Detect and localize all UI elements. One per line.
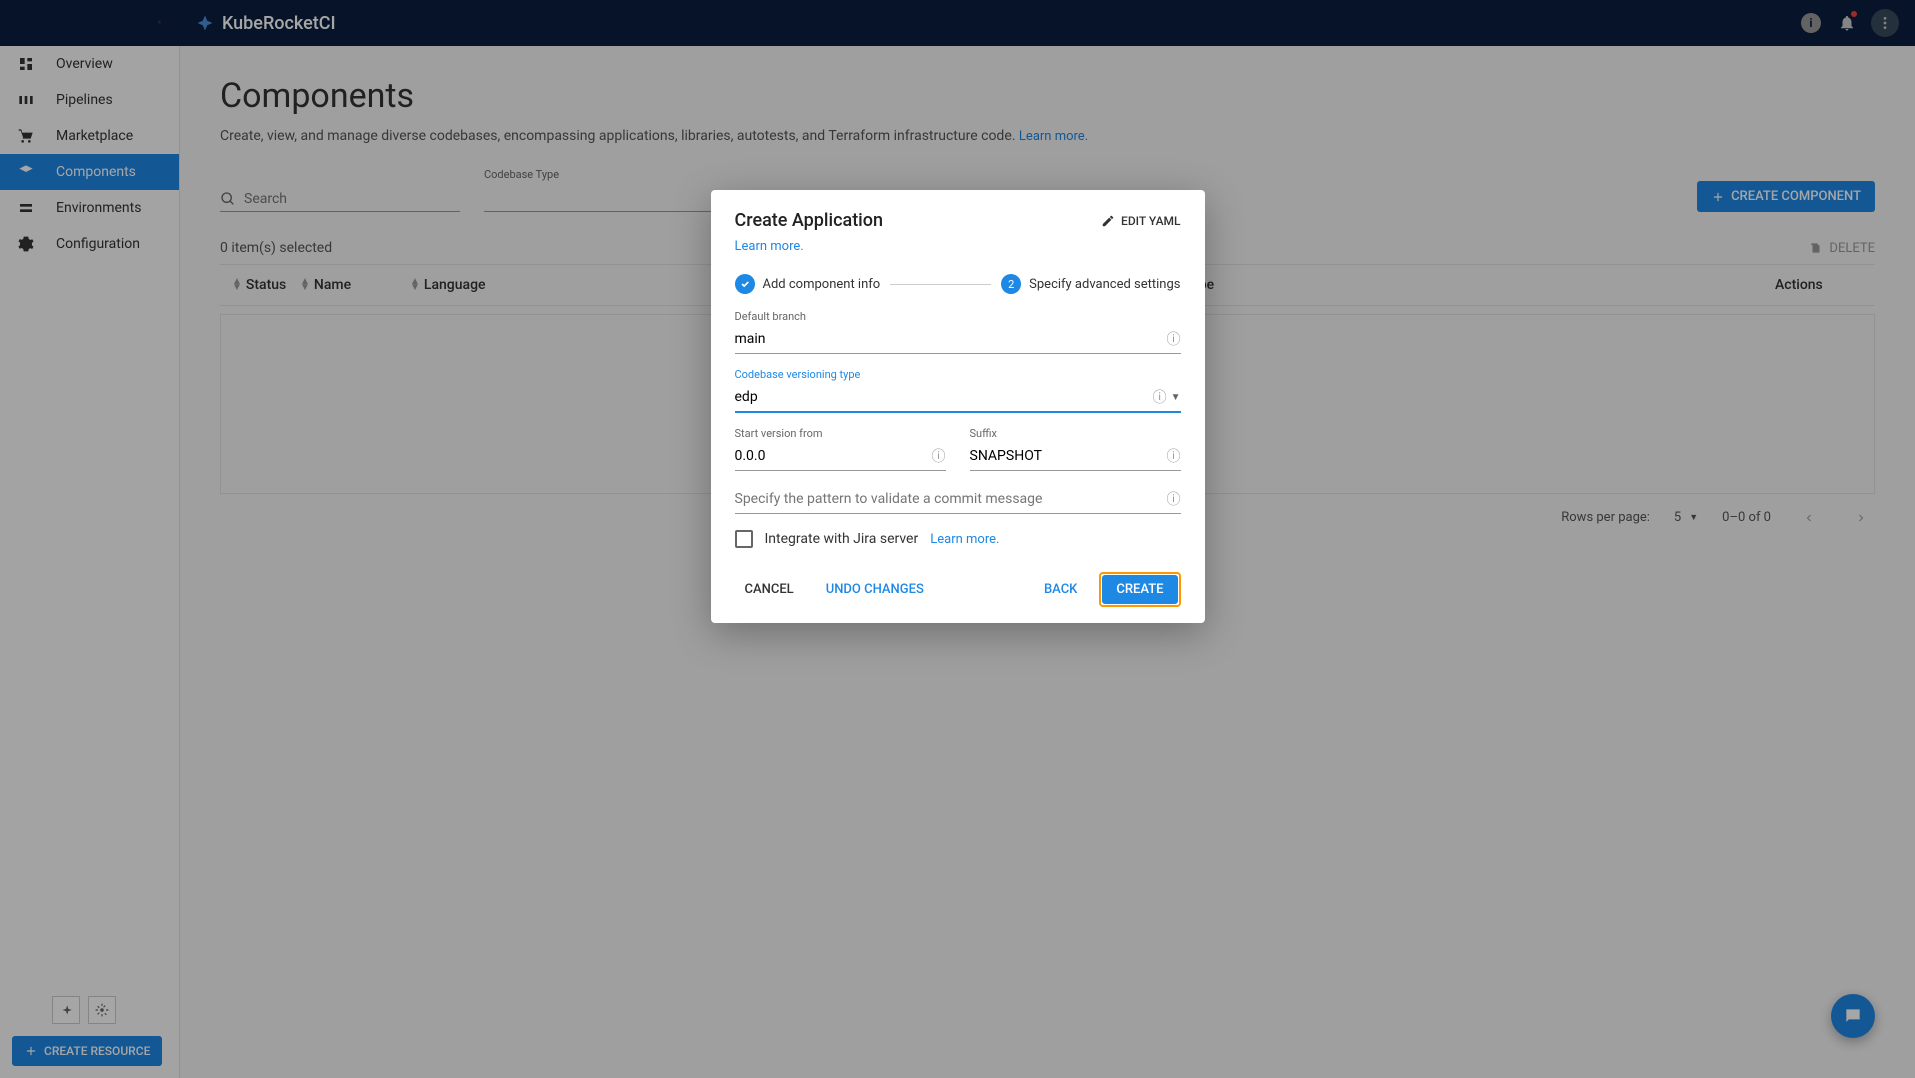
jira-learn-more-link[interactable]: Learn more. <box>930 532 999 547</box>
versioning-type-field: Codebase versioning type ⓘ ▼ <box>735 368 1181 413</box>
info-icon[interactable]: ⓘ <box>1167 329 1181 349</box>
versioning-type-select[interactable] <box>735 389 1153 405</box>
info-icon[interactable]: ⓘ <box>932 446 946 466</box>
create-button-highlight: CREATE <box>1099 572 1180 607</box>
stepper: Add component info 2 Specify advanced se… <box>735 274 1181 294</box>
start-version-label: Start version from <box>735 427 946 440</box>
info-icon[interactable]: ⓘ <box>1167 489 1181 509</box>
chevron-down-icon[interactable]: ▼ <box>1171 392 1181 403</box>
step-2[interactable]: 2 Specify advanced settings <box>1001 274 1180 294</box>
check-icon <box>735 274 755 294</box>
start-version-field: Start version from ⓘ <box>735 427 946 471</box>
create-button[interactable]: CREATE <box>1102 575 1177 604</box>
default-branch-label: Default branch <box>735 310 1181 323</box>
edit-yaml-button[interactable]: EDIT YAML <box>1101 214 1180 228</box>
pencil-icon <box>1101 214 1115 228</box>
undo-changes-button[interactable]: UNDO CHANGES <box>816 576 934 603</box>
start-version-input[interactable] <box>735 448 932 464</box>
modal-overlay[interactable]: Create Application EDIT YAML Learn more.… <box>0 0 1915 1078</box>
default-branch-field: Default branch ⓘ <box>735 310 1181 354</box>
dialog-title: Create Application <box>735 210 884 231</box>
back-button[interactable]: BACK <box>1034 576 1087 603</box>
step-number-icon: 2 <box>1001 274 1021 294</box>
create-application-dialog: Create Application EDIT YAML Learn more.… <box>711 190 1205 623</box>
step-connector <box>890 284 991 285</box>
cancel-button[interactable]: CANCEL <box>735 576 804 603</box>
suffix-field: Suffix ⓘ <box>970 427 1181 471</box>
suffix-label: Suffix <box>970 427 1181 440</box>
suffix-input[interactable] <box>970 448 1167 464</box>
info-icon[interactable]: ⓘ <box>1167 446 1181 466</box>
jira-checkbox[interactable] <box>735 530 753 548</box>
commit-pattern-field: ⓘ <box>735 485 1181 514</box>
info-icon[interactable]: ⓘ <box>1153 387 1167 407</box>
versioning-type-label: Codebase versioning type <box>735 368 1181 381</box>
step-1[interactable]: Add component info <box>735 274 881 294</box>
jira-label: Integrate with Jira server <box>765 531 919 547</box>
dialog-learn-more-link[interactable]: Learn more. <box>735 239 804 254</box>
commit-pattern-input[interactable] <box>735 491 1167 507</box>
default-branch-input[interactable] <box>735 331 1167 347</box>
